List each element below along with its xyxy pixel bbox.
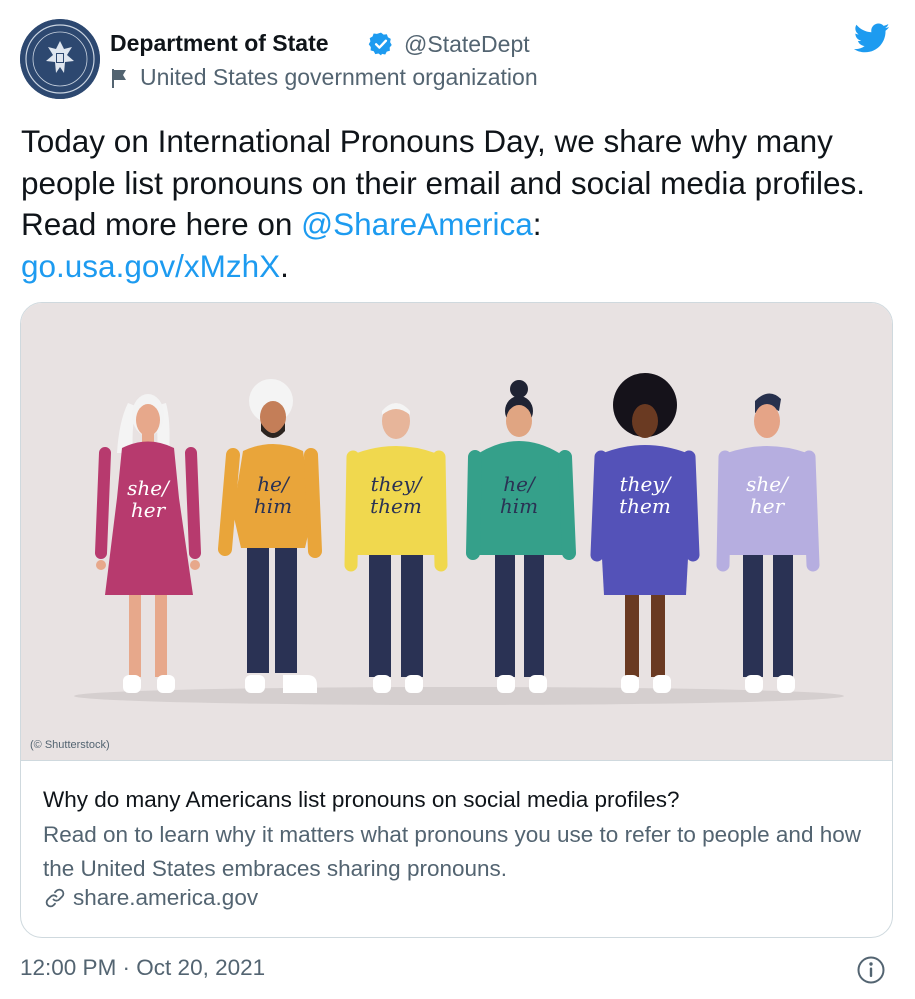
verified-badge-icon xyxy=(368,32,392,56)
card-domain-row[interactable]: share.america.gov xyxy=(43,885,258,911)
pronoun-label-6b: her xyxy=(750,494,786,518)
figure-he-him-1 xyxy=(218,379,322,693)
twitter-bird-icon[interactable] xyxy=(852,20,892,56)
pronoun-label-1a: she/ xyxy=(127,476,171,500)
image-credit: (© Shutterstock) xyxy=(30,739,110,751)
pronouns-illustration: she/ her he/ him they/ them he/ him they… xyxy=(74,373,844,705)
card-title[interactable]: Why do many Americans list pronouns on s… xyxy=(43,787,680,813)
tweet-timestamp[interactable]: 12:00 PM · Oct 20, 2021 xyxy=(20,955,265,981)
pronoun-label-5b: them xyxy=(619,494,671,518)
info-icon[interactable] xyxy=(856,955,886,985)
card-image[interactable]: she/ her he/ him they/ them he/ him they… xyxy=(21,303,892,761)
card-description: Read on to learn why it matters what pro… xyxy=(43,822,861,881)
pronoun-label-3b: them xyxy=(370,494,422,518)
tweet-text-part3: . xyxy=(280,247,289,284)
pronoun-label-5a: they/ xyxy=(620,472,673,496)
pronoun-label-2a: he/ xyxy=(257,472,291,496)
state-department-seal xyxy=(20,19,100,99)
figure-they-them-2 xyxy=(590,373,700,693)
tweet-text: Today on International Pronouns Day, we … xyxy=(21,121,891,287)
pronoun-label-1b: her xyxy=(131,498,167,522)
url-link[interactable]: go.usa.gov/xMzhX xyxy=(21,248,280,284)
figure-he-him-2 xyxy=(466,380,576,693)
account-avatar[interactable] xyxy=(20,19,100,99)
account-name[interactable]: Department of State xyxy=(110,30,329,57)
tweet-text-part2: : xyxy=(532,206,542,242)
pronoun-label-4b: him xyxy=(500,494,538,518)
government-label-text: United States government organization xyxy=(140,64,538,90)
figure-she-her-2 xyxy=(716,393,820,693)
pronoun-label-4a: he/ xyxy=(503,472,537,496)
pronoun-label-6a: she/ xyxy=(746,472,790,496)
account-handle[interactable]: @StateDept xyxy=(404,31,530,58)
link-card[interactable]: she/ her he/ him they/ them he/ him they… xyxy=(20,302,893,938)
pronoun-label-2b: him xyxy=(254,494,292,518)
figure-they-them-1 xyxy=(344,403,448,693)
flag-icon xyxy=(112,68,126,88)
figure-she-her-1 xyxy=(95,394,201,693)
government-label: United States government organization xyxy=(110,64,538,91)
card-domain[interactable]: share.america.gov xyxy=(73,885,258,911)
pronoun-label-3a: they/ xyxy=(371,472,424,496)
link-icon xyxy=(45,888,65,908)
mention-link[interactable]: @ShareAmerica xyxy=(301,206,533,242)
